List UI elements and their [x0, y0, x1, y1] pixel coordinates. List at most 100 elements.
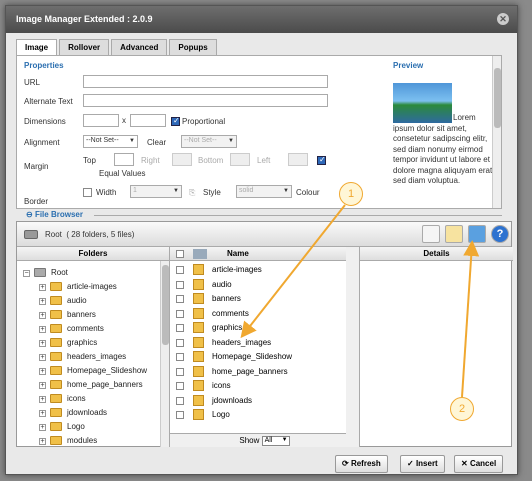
- tab-popups[interactable]: Popups: [169, 39, 217, 55]
- file-row[interactable]: comments: [170, 307, 350, 321]
- dialog-titlebar: Image Manager Extended : 2.0.9 ✕: [6, 6, 517, 33]
- tree-folder-item[interactable]: + home_page_banners: [39, 379, 143, 391]
- tree-folder-item[interactable]: + banners: [39, 309, 96, 321]
- details-side-tools: [346, 247, 360, 447]
- expand-icon[interactable]: +: [39, 368, 46, 375]
- name-header[interactable]: Name: [227, 247, 249, 261]
- file-name: icons: [212, 381, 231, 390]
- expand-icon[interactable]: +: [39, 298, 46, 305]
- file-checkbox[interactable]: [176, 353, 184, 361]
- expand-icon[interactable]: +: [39, 284, 46, 291]
- file-row[interactable]: home_page_banners: [170, 365, 350, 379]
- tree-folder-item[interactable]: + article-images: [39, 281, 117, 293]
- tree-folder-item[interactable]: + headers_images: [39, 351, 126, 363]
- alignment-select[interactable]: --Not Set--: [83, 135, 138, 148]
- margin-left-input[interactable]: [288, 153, 308, 166]
- file-row[interactable]: headers_images: [170, 336, 350, 350]
- file-checkbox[interactable]: [176, 266, 184, 274]
- tree-folder-item[interactable]: + jdownloads: [39, 407, 107, 419]
- equal-values-checkbox[interactable]: [317, 155, 326, 165]
- margin-label: Margin: [24, 162, 49, 171]
- tab-image[interactable]: Image: [16, 39, 58, 55]
- expand-icon[interactable]: +: [39, 382, 46, 389]
- file-row[interactable]: jdownloads: [170, 394, 350, 408]
- folders-scrollbar[interactable]: [160, 261, 169, 447]
- view-mode-icon[interactable]: [422, 225, 440, 243]
- proportional-checkbox[interactable]: [171, 116, 180, 126]
- folder-icon: [50, 296, 62, 306]
- tab-rollover[interactable]: Rollover: [59, 39, 110, 55]
- folder-icon: [50, 436, 62, 446]
- help-icon[interactable]: ?: [491, 225, 509, 243]
- file-row[interactable]: Logo: [170, 408, 350, 422]
- margin-top-input[interactable]: [114, 153, 134, 166]
- tree-folder-item[interactable]: + icons: [39, 393, 86, 405]
- tree-root[interactable]: − Root: [23, 267, 68, 279]
- tree-folder-item[interactable]: + modules: [39, 435, 97, 447]
- margin-bottom-input[interactable]: [230, 153, 250, 166]
- properties-title: Properties: [24, 61, 64, 70]
- expand-icon[interactable]: +: [39, 438, 46, 445]
- file-row[interactable]: graphics: [170, 321, 350, 335]
- cancel-button[interactable]: ✕ Cancel: [454, 455, 504, 473]
- file-checkbox[interactable]: [176, 295, 184, 303]
- tree-folder-item[interactable]: + comments: [39, 323, 104, 335]
- upload-icon[interactable]: [468, 225, 486, 243]
- file-row[interactable]: banners: [170, 292, 350, 306]
- new-folder-icon[interactable]: [445, 225, 463, 243]
- show-select[interactable]: All ▼: [261, 436, 290, 446]
- border-style-select[interactable]: solid: [236, 185, 292, 198]
- file-name: comments: [212, 308, 249, 318]
- expand-icon[interactable]: +: [39, 410, 46, 417]
- file-row[interactable]: article-images: [170, 263, 350, 277]
- file-name: graphics: [212, 323, 243, 332]
- thumbnail-toggle-icon[interactable]: [193, 249, 207, 259]
- border-width-select[interactable]: 1: [130, 185, 182, 198]
- height-input[interactable]: [130, 114, 166, 127]
- file-checkbox[interactable]: [176, 367, 184, 376]
- file-row[interactable]: icons: [170, 379, 350, 393]
- margin-right-input[interactable]: [172, 153, 192, 166]
- folder-icon: [50, 366, 62, 376]
- current-path: Root ( 28 folders, 5 files): [45, 230, 135, 239]
- tree-folder-item[interactable]: + graphics: [39, 337, 97, 349]
- alignment-label: Alignment: [24, 138, 60, 147]
- expand-icon[interactable]: +: [39, 354, 46, 361]
- width-input[interactable]: [83, 114, 119, 127]
- clear-select[interactable]: --Not Set--: [181, 135, 237, 148]
- tree-folder-item[interactable]: + audio: [39, 295, 87, 307]
- insert-button[interactable]: ✓ Insert: [400, 455, 445, 473]
- refresh-button[interactable]: ⟳ Refresh: [335, 455, 388, 473]
- equal-values-label: Equal Values: [99, 169, 146, 178]
- close-icon[interactable]: ✕: [497, 13, 509, 25]
- file-row[interactable]: audio: [170, 278, 350, 292]
- select-all-checkbox[interactable]: [176, 250, 184, 258]
- clear-label: Clear: [147, 138, 167, 147]
- file-checkbox[interactable]: [176, 382, 184, 390]
- folder-icon: [193, 394, 204, 406]
- file-browser-title: ⊖ File Browser: [24, 210, 85, 219]
- properties-scrollbar[interactable]: [492, 56, 501, 208]
- tab-advanced[interactable]: Advanced: [111, 39, 168, 55]
- file-checkbox[interactable]: [176, 411, 184, 419]
- url-label: URL: [24, 78, 41, 87]
- file-checkbox[interactable]: [176, 309, 184, 318]
- alt-text-input[interactable]: [83, 94, 328, 107]
- file-checkbox[interactable]: [176, 396, 184, 405]
- file-name: headers_images: [212, 337, 272, 347]
- expand-icon[interactable]: +: [39, 396, 46, 403]
- file-checkbox[interactable]: [176, 338, 184, 347]
- border-checkbox[interactable]: [83, 188, 92, 197]
- show-label: Show: [239, 436, 260, 446]
- file-checkbox[interactable]: [176, 324, 184, 332]
- folder-icon: [193, 278, 204, 290]
- url-input[interactable]: [83, 75, 328, 88]
- expand-icon[interactable]: +: [39, 340, 46, 347]
- expand-icon[interactable]: +: [39, 326, 46, 333]
- tree-folder-item[interactable]: + Logo: [39, 421, 85, 433]
- expand-icon[interactable]: +: [39, 424, 46, 431]
- file-checkbox[interactable]: [176, 280, 184, 289]
- tree-folder-item[interactable]: + Homepage_Slideshow: [39, 365, 147, 377]
- file-row[interactable]: Homepage_Slideshow: [170, 350, 350, 364]
- expand-icon[interactable]: +: [39, 312, 46, 319]
